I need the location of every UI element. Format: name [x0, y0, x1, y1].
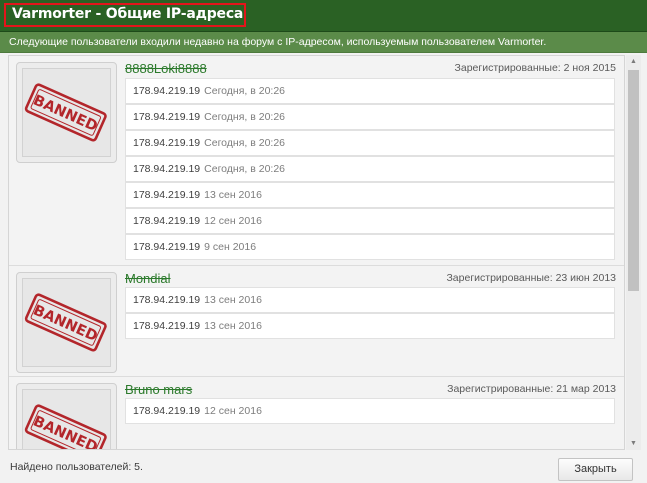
- found-users-count: Найдено пользователей: 5.: [10, 461, 143, 473]
- vertical-scrollbar[interactable]: ▲ ▼: [626, 55, 641, 450]
- scroll-thumb[interactable]: [628, 70, 639, 291]
- banned-stamp-icon: BANNED: [24, 404, 107, 449]
- username[interactable]: 8888Loki8888: [125, 61, 207, 76]
- avatar-image: BANNED: [22, 278, 111, 367]
- registered-date: Зарегистрированные: 23 июн 2013: [446, 272, 616, 284]
- avatar[interactable]: BANNED: [16, 383, 117, 449]
- ip-row: 178.94.219.19 13 сен 2016: [125, 313, 615, 339]
- ip-date: Сегодня, в 20:26: [204, 111, 286, 123]
- avatar-image: BANNED: [22, 68, 111, 157]
- ip-row: 178.94.219.19 12 сен 2016: [125, 208, 615, 234]
- ip-date: Сегодня, в 20:26: [204, 85, 286, 97]
- avatar[interactable]: BANNED: [16, 62, 117, 163]
- dialog-title-bar: Varmorter - Общие IP-адреса: [0, 0, 647, 32]
- ip-address[interactable]: 178.94.219.19: [133, 241, 200, 253]
- info-description: Следующие пользователи входили недавно н…: [9, 36, 547, 48]
- scroll-down-icon[interactable]: ▼: [626, 437, 641, 450]
- dialog-footer: Найдено пользователей: 5. Закрыть: [0, 451, 647, 483]
- ip-date: 12 сен 2016: [204, 215, 262, 227]
- ip-address[interactable]: 178.94.219.19: [133, 294, 200, 306]
- ip-row: 178.94.219.19 9 сен 2016: [125, 234, 615, 260]
- ip-date: Сегодня, в 20:26: [204, 137, 286, 149]
- registered-date: Зарегистрированные: 2 ноя 2015: [454, 62, 616, 74]
- ip-row: 178.94.219.19 12 сен 2016: [125, 398, 615, 424]
- user-card: BANNED 8888Loki8888 Зарегистрированные: …: [9, 56, 624, 266]
- scroll-up-icon[interactable]: ▲: [626, 55, 641, 68]
- avatar[interactable]: BANNED: [16, 272, 117, 373]
- ip-address[interactable]: 178.94.219.19: [133, 163, 200, 175]
- ip-address[interactable]: 178.94.219.19: [133, 215, 200, 227]
- ip-date: 13 сен 2016: [204, 294, 262, 306]
- ip-date: 12 сен 2016: [204, 405, 262, 417]
- user-card: BANNED Mondial Зарегистрированные: 23 ию…: [9, 266, 624, 377]
- ip-row: 178.94.219.19 Сегодня, в 20:26: [125, 104, 615, 130]
- ip-date: 13 сен 2016: [204, 189, 262, 201]
- ip-row: 178.94.219.19 13 сен 2016: [125, 182, 615, 208]
- ip-row: 178.94.219.19 13 сен 2016: [125, 287, 615, 313]
- registered-date: Зарегистрированные: 21 мар 2013: [447, 383, 616, 395]
- ip-address[interactable]: 178.94.219.19: [133, 111, 200, 123]
- close-button[interactable]: Закрыть: [558, 458, 633, 481]
- ip-address[interactable]: 178.94.219.19: [133, 85, 200, 97]
- ip-date: 13 сен 2016: [204, 320, 262, 332]
- ip-row: 178.94.219.19 Сегодня, в 20:26: [125, 130, 615, 156]
- ip-date: 9 сен 2016: [204, 241, 257, 253]
- ip-row: 178.94.219.19 Сегодня, в 20:26: [125, 78, 615, 104]
- ip-address[interactable]: 178.94.219.19: [133, 405, 200, 417]
- ip-address[interactable]: 178.94.219.19: [133, 320, 200, 332]
- user-list[interactable]: BANNED 8888Loki8888 Зарегистрированные: …: [8, 55, 625, 450]
- user-card: BANNED Bruno mars Зарегистрированные: 21…: [9, 377, 624, 449]
- username[interactable]: Mondial: [125, 271, 171, 286]
- ip-row: 178.94.219.19 Сегодня, в 20:26: [125, 156, 615, 182]
- dialog-title: Varmorter - Общие IP-адреса: [12, 6, 244, 22]
- ip-date: Сегодня, в 20:26: [204, 163, 286, 175]
- banned-stamp-icon: BANNED: [24, 83, 107, 142]
- ip-address[interactable]: 178.94.219.19: [133, 137, 200, 149]
- ip-address[interactable]: 178.94.219.19: [133, 189, 200, 201]
- avatar-image: BANNED: [22, 389, 111, 449]
- shared-ip-dialog: Varmorter - Общие IP-адреса Следующие по…: [0, 0, 647, 483]
- username[interactable]: Bruno mars: [125, 382, 192, 397]
- banned-stamp-icon: BANNED: [24, 293, 107, 352]
- info-bar: Следующие пользователи входили недавно н…: [0, 32, 647, 53]
